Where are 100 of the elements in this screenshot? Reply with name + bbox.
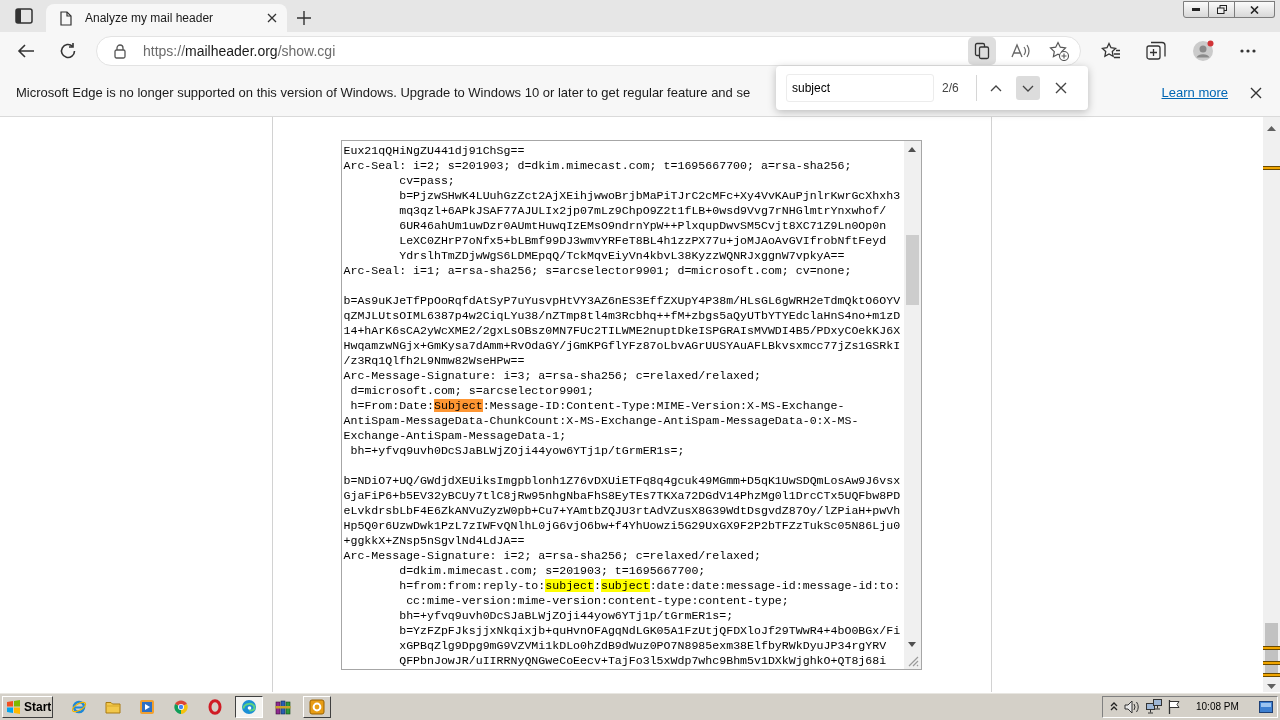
new-tab-icon[interactable] [297,11,311,25]
swirl-logo-icon [241,698,257,715]
header-text: b=As9uKJeTfPpOoRqfdAtSyP7uYusvpHtVY3AZ6nES3EffZXUpY4P38m/HLsGL6gWRH2eTdmQktO6OYV [343,294,901,307]
star-plus-icon[interactable] [1049,41,1069,61]
header-text: +ggkkX+ZNsp5nSgvlNd4LdJA== [343,534,525,547]
books-icon [275,698,291,715]
header-text: Arc-Message-Signature: i=2; a=rsa-sha256; c=relaxed/relaxed; [343,549,761,562]
flag-icon[interactable] [1168,699,1181,714]
header-text: LeXC0ZHrP7oNfx5+bLBmf99DJ3wmvYRFeT8BL4h1zzPX77u+joMJAoAvGVIfrobNftFeyd [399,234,887,247]
close-icon[interactable] [1054,82,1067,94]
header-text: Arc-Seal: i=2; s=201903; d=dkim.mimecast.com; t=1695667700; a=rsa-sha256; [343,159,852,172]
play-icon [139,698,155,715]
header-text: Eux21qQHiNgZU441dj91ChSg== [343,144,525,157]
header-text: eLvkdrsbLbF4E6ZkANVuZyzW0pb+Cu7+YAmtbZQJU3rtAdVZusX8G39WdtDsgvdZ87Oy/lZPiaH+pwVh [343,504,901,517]
chevron-down-icon [1021,84,1034,92]
browser-tab[interactable]: Analyze my mail header [46,4,287,32]
header-text: bh=+yfvq9uvh0DcSJaBLWjZOji44yow6YTj1p/tGrmER1s=; [399,609,734,622]
header-text: : [594,579,601,592]
speaker-icon[interactable] [1124,699,1140,714]
overlapping-pages-icon[interactable] [968,37,996,65]
header-text: b=YzFZpFJksjjxNkqixjb+quHvnOFAgqNdLGK05A1FzUtjQFDXloJf29TWwR4+4bO0BGx/Fi [399,624,901,637]
back-arrow-icon[interactable] [17,43,35,59]
search-match: Subject [433,399,483,412]
network-icon[interactable] [1146,699,1162,714]
header-text: qZMJLUtsOIML6387p4w2CiqLYu38/nZTmp8tl4m3Rcbhq++fM+zbgs5aQyUTbYTYEdclaHnS4no+m1zD [343,309,901,322]
learn-more-link[interactable]: Learn more [1161,83,1228,103]
header-text: 6UR46ahUm1uwDzr0AUmtHuwqIzEMsO9ndrnYpW++PlxqupDwvSM5Cvjt8XC71Z9Ln0Op0n [399,219,887,232]
header-text: Arc-Seal: i=1; a=rsa-sha256; s=arcselector9901; d=microsoft.com; cv=none; [343,264,852,277]
header-text: xGPBqZlg9Dpg9mG9VZVMi1kDLo0hZdB9dWuz0PO7N8985exm38ElfbyRWkDyuJP34rgYRV [399,639,887,652]
header-text: Exchange-AntiSpam-MessageData-1; [343,429,567,442]
info-message: Microsoft Edge is no longer supported on this version of Windows. Upgrade to Windows 10 or later to get regular feature and se [16,84,751,103]
resize-grip-icon[interactable] [907,656,919,667]
search-match: subject [545,579,594,592]
taskbar-button[interactable] [235,695,263,718]
page-icon [60,10,72,26]
restore-button[interactable] [1209,1,1235,18]
close-icon [1250,5,1259,14]
page-scrollbar[interactable] [1263,117,1280,692]
header-text: cc:mime-version:mime-version:content-type:content-type; [406,594,789,607]
url-text: https://mailheader.org/show.cgi [143,41,336,61]
header-text: :Message-ID:Content-Type:MIME-Version:X-MS-Exchange- [482,399,845,412]
find-marker-icon [1263,661,1280,665]
tab-actions-icon[interactable] [15,8,33,24]
header-text: h=from:from:reply-to: [399,579,546,592]
header-text: AntiSpam-MessageData-ChunkCount:X-MS-Exchange-AntiSpam-MessageData-0:X-MS- [343,414,859,427]
square-logo-icon [309,698,325,715]
minimize-button[interactable] [1183,1,1209,18]
header-text: bh=+yfvq9uvh0DcSJaBLWjZOji44yow6YTj1p/tGrmER1s=; [350,444,685,457]
restore-icon [1216,5,1227,14]
header-text: Arc-Message-Signature: i=3; a=rsa-sha256; c=relaxed/relaxed; [343,369,761,382]
ring-logo-icon [207,698,223,715]
header-text: /z3Rq1Qlfh2L9Nmw82WseHPw== [343,354,525,367]
header-text: d=dkim.mimecast.com; s=201903; t=1695667700; [399,564,706,577]
refresh-icon[interactable] [59,42,77,60]
header-text: YdrslhTmZDjwWgS6LDMEpqQ/TckMqvEiyVn4kbvL38KyzzWQNRJxggnW7vpkyA== [399,249,845,262]
close-icon[interactable] [1250,87,1262,99]
start-button[interactable]: Start [2,695,53,718]
search-match: subject [600,579,650,592]
header-text: QFPbnJowJR/uIIRRNyQNGweCoEecv+TajFo3l5xWdp7whc9Bhm5v1DXkWjghkO+QT8j68i [399,654,887,667]
header-text: d=microsoft.com; s=arcselector9901; [350,384,594,397]
find-marker-icon [1263,166,1280,170]
scroll-up-icon[interactable] [908,147,916,152]
chevrons-up-icon[interactable] [1110,702,1118,711]
read-aloud-icon[interactable] [1011,43,1031,59]
header-text: 14+hArK6sCA2yWcXME2/2gxLsOBsz0MN7FUc2TILWME2nuptDkeISPGRAIsMVWDI4B5/PDxyCOekKJ6X [343,324,901,337]
orbit-logo-icon [71,698,87,715]
header-text: cv=pass; [399,174,455,187]
header-text: mq3qzl+6APkJSAF77AJULIx2jp07mLz9ChpO9Z2t1fLB+0wsd9Vvg7rNHGlmtrYnxwhof/ [399,204,887,217]
next-match-button[interactable] [1015,76,1040,100]
clock-text[interactable]: 10:08 PM [1196,699,1239,714]
header-text: GjaFiP6+b5EV32yBCUy7tlC8jRw95nhgNbaFhS8EyTEs7TKXa72DGdV14PhzMg0l1DrcCTx5UQFbw8PD [343,489,901,502]
find-marker-icon [1263,646,1280,650]
avatar-icon[interactable] [1192,40,1214,62]
squares-plus-icon[interactable] [1146,41,1166,61]
close-icon[interactable] [267,13,277,23]
header-text: Hp5Q0r6UzwDwk1PzL7zIWFvQNlhL0jG6vjO6bw+f4YhUowzi5G29UxGX9F2P2bTFZzTukSc05N86Lju0 [343,519,901,532]
more-icon[interactable] [1240,49,1256,53]
chevron-up-icon [989,84,1002,92]
header-text: h=From:Date: [350,399,434,412]
show-desktop-icon[interactable] [1259,700,1273,713]
scroll-down-icon[interactable] [1267,684,1276,689]
address-field[interactable]: https://mailheader.org/show.cgi [96,36,1081,66]
lock-icon[interactable] [114,43,126,59]
header-text: b=NDiO7+UQ/GWdjdXEUiksImgpblonh1Z76vDXUiETFq8q4gcuk49MGmm+D5qK1UwSDQmLosAw9J6vsx [343,474,901,487]
circle-logo-icon [173,698,189,715]
header-text: :date:date:message-id:message-id:to: [649,579,901,592]
scroll-up-icon[interactable] [1267,126,1276,131]
scroll-thumb[interactable] [905,235,919,305]
match-count: 2/6 [942,80,959,97]
find-marker-icon [1263,673,1280,677]
close-window-button[interactable] [1235,1,1275,18]
header-text: b=PjzwSHwK4LUuhGzZct2AjXEihjwwoBrjbMaPiTJrC2cMFc+Xy4VvKAuPjnlrKwrGcXhxh3 [399,189,901,202]
header-textarea[interactable] [340,140,922,670]
header-text: HwqamzwNGjx+GmKysa7dAmm+RvOdaGY/jGmKPGflYFz87oLbvAGrUUSYAuAFLBkvsxmcc77jZs1GSRkI [343,339,901,352]
four-pane-logo-icon [6,699,21,714]
find-field[interactable]: subject [786,74,934,102]
textarea-scrollbar[interactable] [903,141,921,669]
minimize-icon [1192,8,1200,11]
star-list-icon[interactable] [1101,42,1121,60]
scroll-down-icon[interactable] [908,642,916,647]
